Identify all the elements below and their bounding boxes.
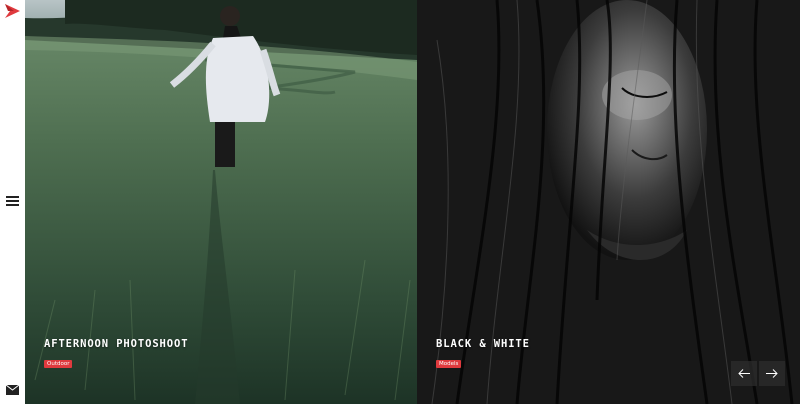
slide-title[interactable]: BLACK & WHITE bbox=[436, 338, 530, 350]
sidebar bbox=[0, 0, 25, 404]
slide-black-and-white[interactable]: BLACK & WHITE Models bbox=[417, 0, 800, 404]
prev-slide-button[interactable] bbox=[731, 361, 757, 386]
slide-title[interactable]: AFTERNOON PHOTOSHOOT bbox=[44, 338, 188, 350]
slide-caption: BLACK & WHITE Models bbox=[436, 338, 530, 369]
arrow-left-icon bbox=[738, 369, 750, 378]
category-tag[interactable]: Models bbox=[436, 360, 462, 368]
arrow-right-icon bbox=[766, 369, 778, 378]
hamburger-menu-icon[interactable] bbox=[6, 196, 19, 208]
slide-afternoon-photoshoot[interactable]: AFTERNOON PHOTOSHOOT Outdoor bbox=[25, 0, 417, 404]
envelope-icon[interactable] bbox=[6, 385, 19, 395]
slide-caption: AFTERNOON PHOTOSHOOT Outdoor bbox=[44, 338, 188, 369]
category-tag[interactable]: Outdoor bbox=[44, 360, 73, 368]
arrow-logo-icon[interactable] bbox=[5, 4, 20, 18]
next-slide-button[interactable] bbox=[759, 361, 785, 386]
slider-navigation bbox=[731, 361, 785, 386]
